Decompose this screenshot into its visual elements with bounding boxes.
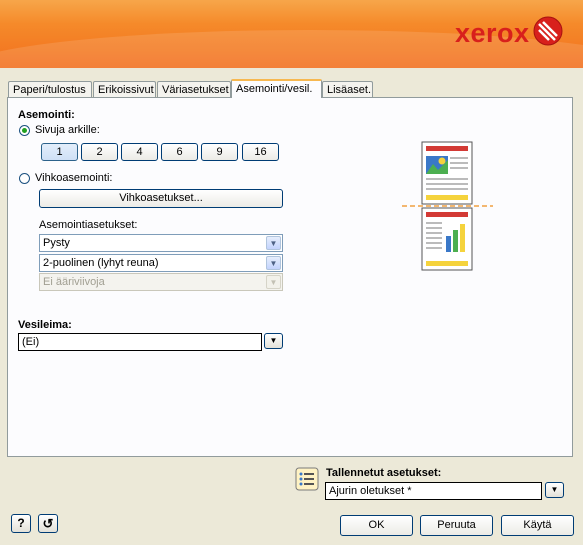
saved-settings-value: Ajurin oletukset *: [329, 485, 412, 497]
watermark-label: Vesileima:: [18, 319, 72, 331]
ok-button[interactable]: OK: [340, 515, 413, 536]
layout-settings-label: Asemointiasetukset:: [39, 219, 138, 231]
tab-special-pages[interactable]: Erikoissivut: [93, 81, 156, 97]
preview-page-bottom: [421, 207, 473, 271]
borders-value: Ei ääriviivoja: [43, 276, 105, 288]
help-button[interactable]: ?: [11, 514, 31, 533]
saved-settings-dropdown-button[interactable]: ▼: [545, 482, 564, 498]
duplex-value: 2-puolinen (lyhyt reuna): [43, 257, 159, 269]
pages-per-sheet-label: Sivuja arkille:: [35, 124, 100, 136]
orientation-value: Pysty: [43, 237, 70, 249]
chevron-down-icon: ▼: [266, 275, 281, 289]
booklet-settings-button[interactable]: Vihkoasetukset...: [39, 189, 283, 208]
tab-color-options[interactable]: Väriasetukset: [157, 81, 231, 97]
xerox-logo: xerox: [455, 18, 530, 48]
tab-paper-output[interactable]: Paperi/tulostus: [8, 81, 92, 97]
apply-button[interactable]: Käytä: [501, 515, 574, 536]
pages-16-button[interactable]: 16: [242, 143, 279, 161]
booklet-label: Vihkoasemointi:: [35, 172, 113, 184]
saved-settings-label: Tallennetut asetukset:: [326, 467, 442, 479]
saved-settings-select[interactable]: Ajurin oletukset *: [325, 482, 542, 500]
brand-header: xerox: [0, 0, 583, 68]
xerox-ball-icon: [533, 16, 563, 46]
watermark-value: (Ei): [22, 336, 40, 348]
cancel-button[interactable]: Peruuta: [420, 515, 493, 536]
chevron-down-icon[interactable]: ▼: [266, 236, 281, 250]
pages-4-button[interactable]: 4: [121, 143, 158, 161]
preview-page-top: [421, 141, 473, 205]
watermark-select[interactable]: (Ei): [18, 333, 262, 351]
saved-settings-icon: [295, 467, 319, 491]
layout-preview: [402, 141, 493, 271]
tab-advanced[interactable]: Lisäaset.: [322, 81, 373, 97]
pages-9-button[interactable]: 9: [201, 143, 238, 161]
tab-layout-watermark[interactable]: Asemointi/vesil.: [231, 79, 322, 98]
pages-1-button[interactable]: 1: [41, 143, 78, 161]
reset-button[interactable]: ↺: [38, 514, 58, 533]
pages-2-button[interactable]: 2: [81, 143, 118, 161]
booklet-radio[interactable]: [19, 173, 30, 184]
pages-6-button[interactable]: 6: [161, 143, 198, 161]
layout-heading: Asemointi:: [18, 109, 75, 121]
borders-select: Ei ääriviivoja ▼: [39, 273, 283, 291]
watermark-dropdown-button[interactable]: ▼: [264, 333, 283, 349]
chevron-down-icon[interactable]: ▼: [266, 256, 281, 270]
duplex-select[interactable]: 2-puolinen (lyhyt reuna) ▼: [39, 254, 283, 272]
orientation-select[interactable]: Pysty ▼: [39, 234, 283, 252]
pages-per-sheet-radio[interactable]: [19, 125, 30, 136]
